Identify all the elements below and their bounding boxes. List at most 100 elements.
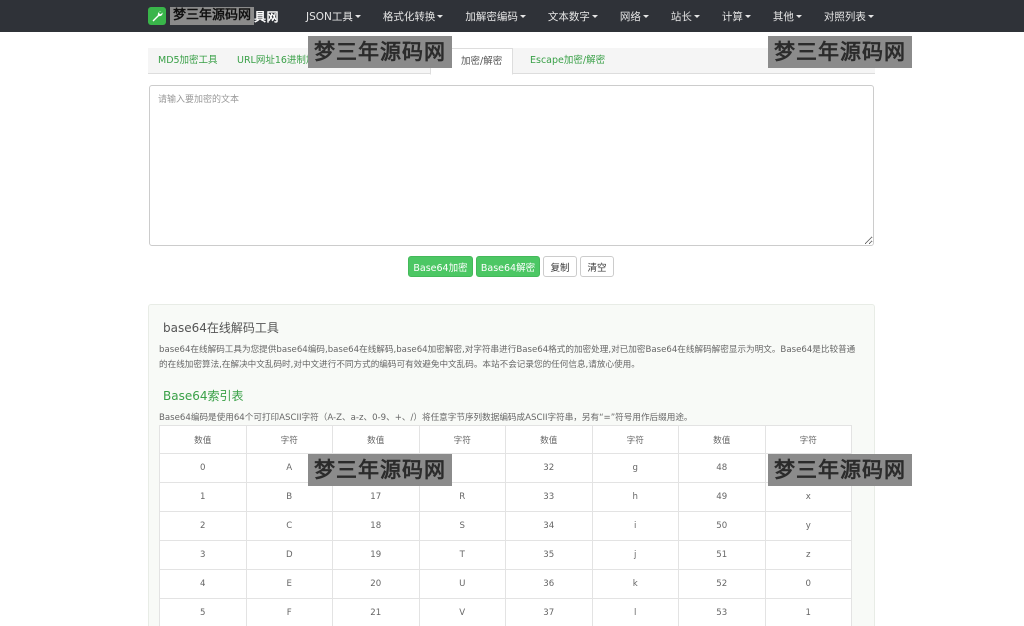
table-row: 0 A 32 g 48 <box>159 453 852 483</box>
nav-item-label: 站长 <box>670 10 692 23</box>
nav-item-webmaster[interactable]: 站长 <box>671 9 700 24</box>
nav-item-reference[interactable]: 对照列表 <box>824 9 874 24</box>
caret-down-icon <box>437 15 444 18</box>
table-header: 数值 <box>505 425 593 454</box>
tab-md5[interactable]: MD5加密工具 <box>158 48 218 74</box>
base64-index-table: 数值 字符 数值 字符 数值 字符 数值 字符 0 A 32 g 48 1 B 17 R 33 h 4… <box>159 425 852 626</box>
wrench-icon <box>148 7 166 25</box>
nav-item-label: 网络 <box>619 10 641 23</box>
table-cell: D <box>245 540 333 570</box>
table-header-row: 数值 字符 数值 字符 数值 字符 数值 字符 <box>159 425 852 454</box>
table-cell: B <box>245 482 333 512</box>
brand-watermark: 梦三年源码网 <box>170 7 255 25</box>
table-row: 1 B 17 R 33 h 49 x <box>159 482 852 512</box>
caret-down-icon <box>867 15 874 18</box>
table-cell: l <box>591 598 679 626</box>
table-cell: C <box>245 511 333 541</box>
table-row: 3 D 19 T 35 j 51 z <box>159 540 852 570</box>
brand-text: 具网 <box>254 9 280 24</box>
table-cell: U <box>418 569 506 599</box>
table-cell: 18 <box>332 511 420 541</box>
nav-item-calc[interactable]: 计算 <box>722 9 751 24</box>
copy-button[interactable]: 复制 <box>543 256 577 277</box>
table-cell: j <box>591 540 679 570</box>
watermark: 梦三年源码网 <box>768 454 912 486</box>
caret-down-icon <box>642 15 649 18</box>
nav-item-label: 其他 <box>772 10 794 23</box>
table-cell: h <box>591 482 679 512</box>
table-cell: 2 <box>159 511 247 541</box>
nav-item-crypto[interactable]: 加解密编码 <box>465 9 526 24</box>
table-cell: 37 <box>505 598 593 626</box>
nav-item-json[interactable]: JSON工具 <box>306 9 361 24</box>
caret-down-icon <box>591 15 598 18</box>
nav-item-label: 对照列表 <box>823 10 866 23</box>
watermark: 梦三年源码网 <box>768 36 912 68</box>
table-cell: 49 <box>678 482 766 512</box>
info-title: base64在线解码工具 <box>163 321 279 335</box>
table-cell: 3 <box>159 540 247 570</box>
nav-item-other[interactable]: 其他 <box>773 9 802 24</box>
tab-escape[interactable]: Escape加密/解密 <box>530 48 605 74</box>
index-description: Base64编码是使用64个可打印ASCII字符（A-Z、a-z、0-9、+、/… <box>159 413 693 423</box>
table-cell: 20 <box>332 569 420 599</box>
nav-menu: JSON工具 格式化转换 加解密编码 文本数字 网络 站长 计算 其他 对照列表 <box>306 0 896 32</box>
table-cell: 36 <box>505 569 593 599</box>
table-cell: y <box>764 511 852 541</box>
caret-down-icon <box>519 15 526 18</box>
info-description: base64在线解码工具为您提供base64编码,base64在线解码,base… <box>159 345 856 370</box>
table-cell: z <box>764 540 852 570</box>
nav-item-text[interactable]: 文本数字 <box>548 9 598 24</box>
table-cell: 52 <box>678 569 766 599</box>
table-header: 字符 <box>245 425 333 454</box>
table-cell: 1 <box>159 482 247 512</box>
table-header: 字符 <box>591 425 679 454</box>
table-cell: k <box>591 569 679 599</box>
table-cell: 19 <box>332 540 420 570</box>
table-cell: g <box>591 453 679 483</box>
table-cell: 53 <box>678 598 766 626</box>
table-cell: 32 <box>505 453 593 483</box>
table-cell: 34 <box>505 511 593 541</box>
table-cell: S <box>418 511 506 541</box>
table-row: 5 F 21 V 37 l 53 1 <box>159 598 852 626</box>
table-cell: 0 <box>159 453 247 483</box>
table-cell: 50 <box>678 511 766 541</box>
index-title: Base64索引表 <box>163 389 244 403</box>
table-cell: 5 <box>159 598 247 626</box>
table-cell: 48 <box>678 453 766 483</box>
table-header: 数值 <box>159 425 247 454</box>
text-input[interactable] <box>149 85 874 246</box>
table-cell: T <box>418 540 506 570</box>
nav-item-format[interactable]: 格式化转换 <box>383 9 444 24</box>
table-header: 数值 <box>332 425 420 454</box>
table-cell: 0 <box>764 569 852 599</box>
table-cell: 17 <box>332 482 420 512</box>
top-navbar: 梦三年源码网 具网 JSON工具 格式化转换 加解密编码 文本数字 网络 站长 … <box>0 0 1024 32</box>
table-cell: 33 <box>505 482 593 512</box>
table-cell: R <box>418 482 506 512</box>
table-cell: 35 <box>505 540 593 570</box>
caret-down-icon <box>744 15 751 18</box>
caret-down-icon <box>693 15 700 18</box>
table-row: 2 C 18 S 34 i 50 y <box>159 511 852 541</box>
table-cell: F <box>245 598 333 626</box>
brand[interactable]: 梦三年源码网 具网 <box>148 6 279 26</box>
tab-url-hex[interactable]: URL网址16进制加 <box>237 48 315 74</box>
table-cell: i <box>591 511 679 541</box>
table-cell: x <box>764 482 852 512</box>
table-cell: E <box>245 569 333 599</box>
watermark: 梦三年源码网 <box>308 454 452 486</box>
caret-down-icon <box>795 15 802 18</box>
base64-decode-button[interactable]: Base64解密 <box>476 256 540 277</box>
table-header: 字符 <box>418 425 506 454</box>
nav-item-label: JSON工具 <box>306 10 353 23</box>
table-row: 4 E 20 U 36 k 52 0 <box>159 569 852 599</box>
table-cell: 51 <box>678 540 766 570</box>
caret-down-icon <box>354 15 361 18</box>
nav-item-network[interactable]: 网络 <box>620 9 649 24</box>
table-cell: 21 <box>332 598 420 626</box>
clear-button[interactable]: 清空 <box>580 256 614 277</box>
base64-encode-button[interactable]: Base64加密 <box>408 256 473 277</box>
table-header: 数值 <box>678 425 766 454</box>
